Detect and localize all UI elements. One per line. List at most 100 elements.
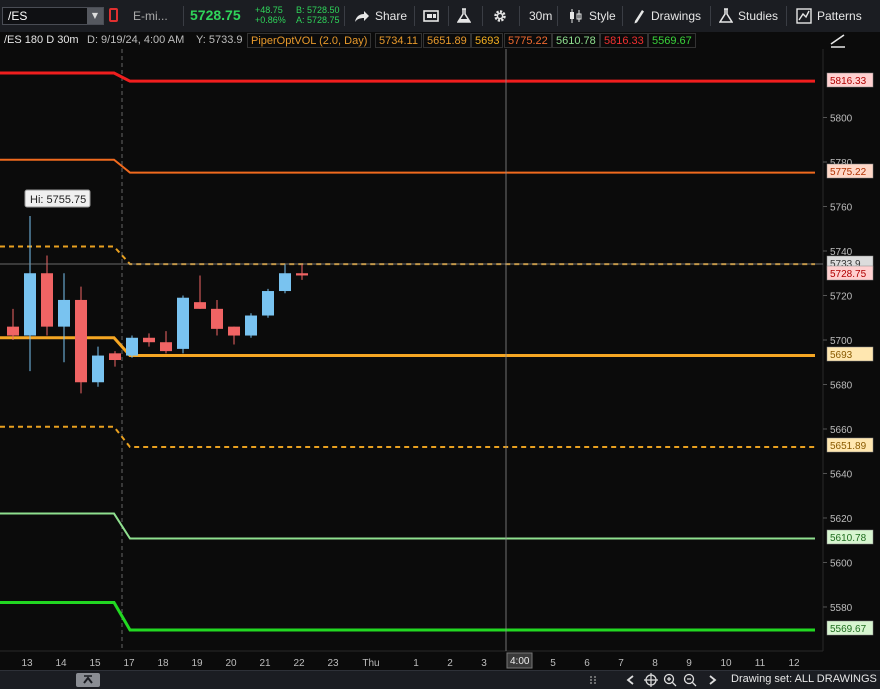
y-tick-label: 5600 (830, 558, 853, 569)
candle-body (177, 297, 189, 349)
studies-label: Studies (738, 9, 779, 23)
studies-button[interactable]: Studies (719, 0, 778, 32)
share-button[interactable]: Share (354, 0, 407, 32)
x-tick-label: 3 (481, 658, 487, 669)
candle-body (7, 326, 19, 336)
y-tick-label: 5660 (830, 425, 853, 436)
x-tick-label: 13 (21, 658, 33, 669)
drag-handle-icon[interactable] (588, 674, 598, 686)
candle-body (228, 326, 240, 336)
x-tick-label: 17 (123, 658, 135, 669)
drawing-set-label[interactable]: Drawing set: ALL DRAWINGS (731, 673, 877, 685)
hi-label: Hi: 5755.75 (30, 194, 86, 206)
study-value: 5816.33 (600, 33, 648, 48)
price-label-text: 5610.78 (830, 533, 867, 544)
chart-label: /ES 180 D 30m (4, 34, 79, 46)
x-tick-label: 5 (550, 658, 556, 669)
settings-button[interactable] (492, 0, 508, 32)
x-tick-label: 21 (259, 658, 271, 669)
net-change: +48.75 (255, 5, 283, 15)
drawings-button[interactable]: Drawings (632, 0, 701, 32)
candle-body (92, 355, 104, 383)
price-chart[interactable]: 5580560056205640566056805700572057405760… (0, 49, 880, 670)
candles-icon (570, 9, 582, 23)
crosshair-time-marker: 4:00 (506, 652, 533, 669)
style-label: Style (589, 9, 616, 23)
candle-body (126, 337, 138, 356)
chart-info-bar: /ES 180 D 30m D: 9/19/24, 4:00 AM Y: 573… (0, 32, 880, 49)
x-tick-label: 19 (191, 658, 203, 669)
study-value: 5610.78 (552, 33, 600, 48)
candle-body (279, 273, 291, 292)
study-label[interactable]: PiperOptVOL (2.0, Day) (247, 33, 372, 48)
price-label-text: 5816.33 (830, 76, 867, 87)
x-tick-label: 8 (652, 658, 658, 669)
price-label: 5728.75 (826, 265, 874, 281)
y-tick-label: 5640 (830, 469, 853, 480)
studies-lab-button[interactable] (457, 0, 471, 32)
study-value: 5569.67 (648, 33, 696, 48)
share-label: Share (375, 9, 408, 23)
gear-icon (494, 10, 506, 22)
link-group-icon[interactable] (109, 8, 118, 22)
share-icon (355, 11, 369, 22)
price-label: 5816.33 (826, 72, 874, 88)
pan-left-icon[interactable] (624, 674, 638, 686)
x-tick-label: 20 (225, 658, 237, 669)
y-tick-label: 5720 (830, 291, 853, 302)
bid-price: B: 5728.50 (296, 5, 340, 15)
symbol-input[interactable]: /ES ▼ (2, 7, 104, 25)
candle-body (194, 302, 206, 309)
y-tick-label: 5800 (830, 113, 853, 124)
study-value: 5734.11 (375, 33, 422, 48)
crosshair-icon[interactable] (644, 673, 658, 687)
cursor-date: D: 9/19/24, 4:00 AM (87, 34, 185, 46)
candle-body (75, 299, 87, 383)
x-tick-label: 18 (157, 658, 169, 669)
x-tick-label: 7 (618, 658, 624, 669)
zoom-out-icon[interactable] (683, 673, 697, 687)
toolbar: /ES ▼ E-mi... 5728.75 +48.75 +0.86% B: 5… (0, 0, 880, 33)
ask-price: A: 5728.75 (296, 15, 340, 25)
zoom-in-icon[interactable] (663, 673, 677, 687)
interval-button[interactable]: 30m (529, 0, 552, 32)
cursor-y-value: Y: 5733.9 (196, 34, 243, 46)
style-button[interactable]: Style (568, 0, 616, 32)
x-tick-label: 10 (720, 658, 732, 669)
candle-body (41, 273, 53, 327)
studies-flask-icon (719, 8, 733, 23)
price-label: 5775.22 (826, 163, 874, 179)
x-tick-label: 12 (788, 658, 800, 669)
price-label-text: 5693 (830, 350, 853, 361)
candle-body (245, 315, 257, 336)
symbol-dropdown-icon[interactable]: ▼ (87, 8, 103, 24)
y-tick-label: 5760 (830, 202, 853, 213)
net-change-pct: +0.86% (255, 15, 286, 25)
last-price: 5728.75 (190, 7, 241, 23)
bottom-bar: Drawing set: ALL DRAWINGS (0, 670, 880, 689)
price-label-text: 5728.75 (830, 269, 867, 280)
patterns-button[interactable]: Patterns (796, 0, 862, 32)
candle-body (58, 299, 70, 327)
x-tick-label: Thu (362, 658, 379, 669)
pencil-icon (634, 10, 644, 24)
symbol-description: E-mi... (133, 9, 168, 23)
candle-body (143, 337, 155, 343)
y-tick-label: 5680 (830, 380, 853, 391)
x-tick-label: 9 (686, 658, 692, 669)
flexible-grid-button[interactable] (423, 0, 439, 32)
x-tick-label: 14 (55, 658, 67, 669)
study-value: 5775.22 (504, 33, 552, 48)
chart-expand-icon[interactable] (829, 33, 847, 48)
chart-background (0, 49, 880, 670)
crosshair-time-label: 4:00 (510, 656, 530, 667)
interval-label: 30m (529, 9, 553, 23)
price-label: 5693 (826, 346, 874, 362)
x-tick-label: 1 (413, 658, 419, 669)
candle-body (160, 342, 172, 352)
price-label: 5651.89 (826, 437, 874, 453)
x-tick-label: 2 (447, 658, 453, 669)
candle-body (211, 308, 223, 329)
patterns-label: Patterns (817, 9, 862, 23)
pan-right-icon[interactable] (705, 674, 719, 686)
